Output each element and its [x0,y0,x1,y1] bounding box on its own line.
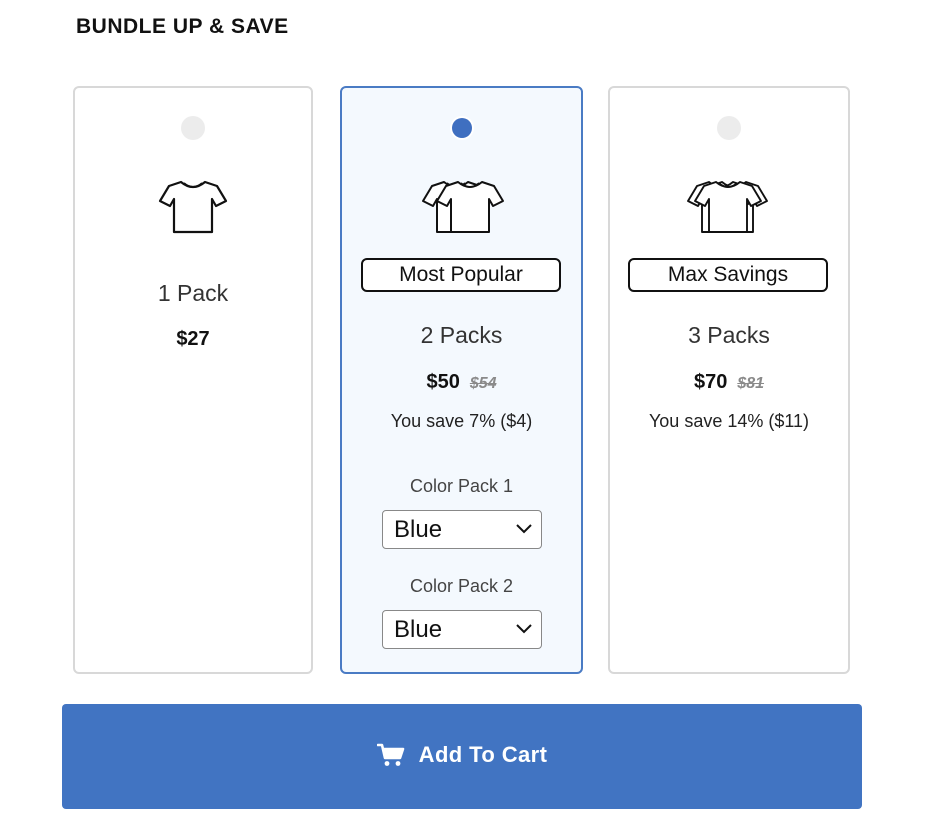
most-popular-badge: Most Popular [361,258,561,292]
pack-name: 3 Packs [688,322,770,348]
bundle-section-title: BUNDLE UP & SAVE [76,15,289,38]
chevron-down-icon [516,624,532,634]
price: $27 [176,328,210,350]
add-to-cart-content: Add To Cart [62,742,862,768]
radio-button[interactable] [717,116,741,140]
savings-text: You save 7% ($4) [390,411,533,431]
bundle-option-3-packs[interactable]: Max Savings 3 Packs $70 $81 You save 14% … [608,86,850,674]
bundle-option-2-packs[interactable]: Most Popular 2 Packs $50 $54 You save 7% … [340,86,583,674]
price: $50 [426,371,460,393]
price-row: $70 $81 [610,371,848,394]
add-to-cart-button[interactable]: Add To Cart [62,704,862,809]
price-row: $27 [75,328,311,351]
select-value: Blue [394,616,443,643]
savings-text: You save 14% ($11) [648,411,810,431]
three-tshirts-icon [687,181,768,233]
two-tshirts-icon [421,181,504,233]
price-row: $50 $54 [342,371,581,394]
color-pack-2-label: Color Pack 2 [409,576,514,596]
color-pack-1-label: Color Pack 1 [409,476,514,496]
add-to-cart-label: Add To Cart [418,742,548,767]
radio-button-selected[interactable] [449,116,474,140]
pack-name: 2 Packs [420,322,503,348]
shopping-cart-icon [376,743,404,766]
color-pack-1-select[interactable]: Blue [382,510,542,549]
bundle-option-1-pack[interactable]: 1 Pack $27 [73,86,313,674]
original-price: $81 [737,375,765,392]
pack-name: 1 Pack [157,280,229,306]
chevron-down-icon [516,524,532,534]
max-savings-badge: Max Savings [628,258,828,292]
select-value: Blue [394,516,443,543]
price: $70 [693,371,728,393]
radio-button[interactable] [181,116,205,140]
tshirt-icon [158,180,228,234]
original-price: $54 [469,375,497,392]
color-pack-2-select[interactable]: Blue [382,610,542,649]
